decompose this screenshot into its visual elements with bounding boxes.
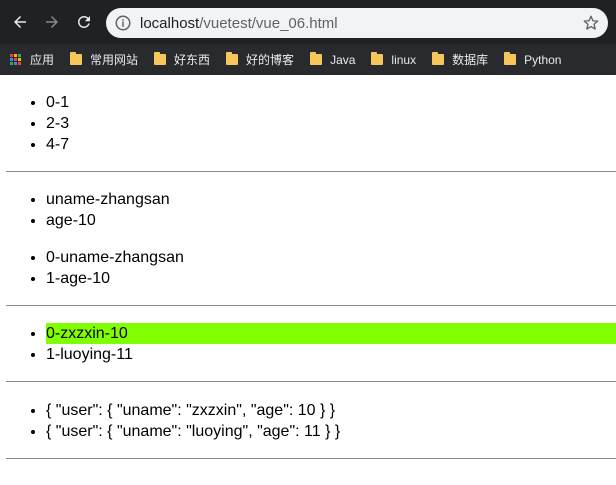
- url-text[interactable]: localhost/vuetest/vue_06.html: [140, 15, 582, 32]
- list-item: 1-age-10: [46, 268, 616, 289]
- bookmark-label: Python: [524, 52, 562, 67]
- forward-arrow-icon: [46, 16, 58, 28]
- apps-icon: [10, 53, 22, 66]
- bookmark-label: Java: [330, 52, 356, 67]
- json-list: { "user": { "uname": "zxzxin", "age": 10…: [6, 400, 616, 442]
- browser-toolbar: localhost/vuetest/vue_06.html: [0, 0, 616, 44]
- reload-icon: [77, 15, 90, 28]
- page-content: 0-1 2-3 4-7 uname-zhangsan age-10 0-unam…: [0, 75, 616, 459]
- highlighted-list-item: 0-zxzxin-10: [46, 323, 616, 344]
- address-bar[interactable]: localhost/vuetest/vue_06.html: [106, 8, 608, 38]
- reload-button[interactable]: [72, 10, 96, 34]
- list-item: 0-uname-zhangsan: [46, 247, 616, 268]
- users-list: 0-zxzxin-10 1-luoying-11: [6, 323, 616, 365]
- back-arrow-icon: [14, 16, 26, 28]
- list-item: 1-luoying-11: [46, 344, 616, 365]
- bookmark-label: linux: [391, 52, 417, 67]
- folder-icon: [504, 52, 517, 65]
- list-item: 4-7: [46, 134, 616, 155]
- bookmarks-bar: 应用 常用网站 好东西 好的博客 Java linux 数据库 Python: [0, 44, 616, 75]
- bookmark-folder[interactable]: Python: [504, 52, 562, 67]
- bookmark-folder[interactable]: 数据库: [432, 51, 488, 68]
- bookmark-folder[interactable]: 好东西: [154, 51, 210, 68]
- url-host: localhost: [140, 14, 200, 32]
- section-array-list: 0-1 2-3 4-7: [6, 75, 616, 155]
- folder-icon: [70, 52, 83, 65]
- section-json-list: { "user": { "uname": "zxzxin", "age": 10…: [6, 382, 616, 442]
- bookmark-label: 好的博客: [246, 53, 295, 67]
- bookmark-folder[interactable]: 常用网站: [70, 51, 138, 68]
- bookmark-label: 常用网站: [90, 53, 139, 67]
- object-index-list: 0-uname-zhangsan 1-age-10: [6, 247, 616, 289]
- list-item: age-10: [46, 210, 616, 231]
- section-object-index-list: 0-uname-zhangsan 1-age-10: [6, 231, 616, 289]
- folder-icon: [154, 52, 167, 65]
- bookmark-folder[interactable]: 好的博客: [226, 51, 294, 68]
- url-path: /vuetest/vue_06.html: [199, 14, 338, 32]
- back-button[interactable]: [8, 10, 32, 34]
- bookmark-folder[interactable]: Java: [310, 52, 356, 67]
- folder-icon: [371, 52, 384, 65]
- list-item: { "user": { "uname": "luoying", "age": 1…: [46, 421, 616, 442]
- object-list: uname-zhangsan age-10: [6, 189, 616, 231]
- list-item: 0-1: [46, 92, 616, 113]
- bookmark-folder[interactable]: linux: [371, 52, 417, 67]
- bookmark-label: 应用: [30, 53, 55, 67]
- info-icon[interactable]: [114, 14, 132, 32]
- folder-icon: [432, 52, 445, 65]
- section-users-list: 0-zxzxin-10 1-luoying-11: [6, 306, 616, 365]
- list-item: 2-3: [46, 113, 616, 134]
- list-item: uname-zhangsan: [46, 189, 616, 210]
- bookmark-apps[interactable]: 应用: [10, 51, 54, 68]
- bookmark-label: 数据库: [452, 53, 489, 67]
- section-object-list: uname-zhangsan age-10: [6, 172, 616, 231]
- bookmark-star-icon[interactable]: [582, 14, 600, 32]
- bookmark-label: 好东西: [174, 53, 211, 67]
- folder-icon: [310, 52, 323, 65]
- array-list: 0-1 2-3 4-7: [6, 92, 616, 155]
- forward-button[interactable]: [40, 10, 64, 34]
- list-item: { "user": { "uname": "zxzxin", "age": 10…: [46, 400, 616, 421]
- divider: [6, 458, 616, 459]
- folder-icon: [226, 52, 239, 65]
